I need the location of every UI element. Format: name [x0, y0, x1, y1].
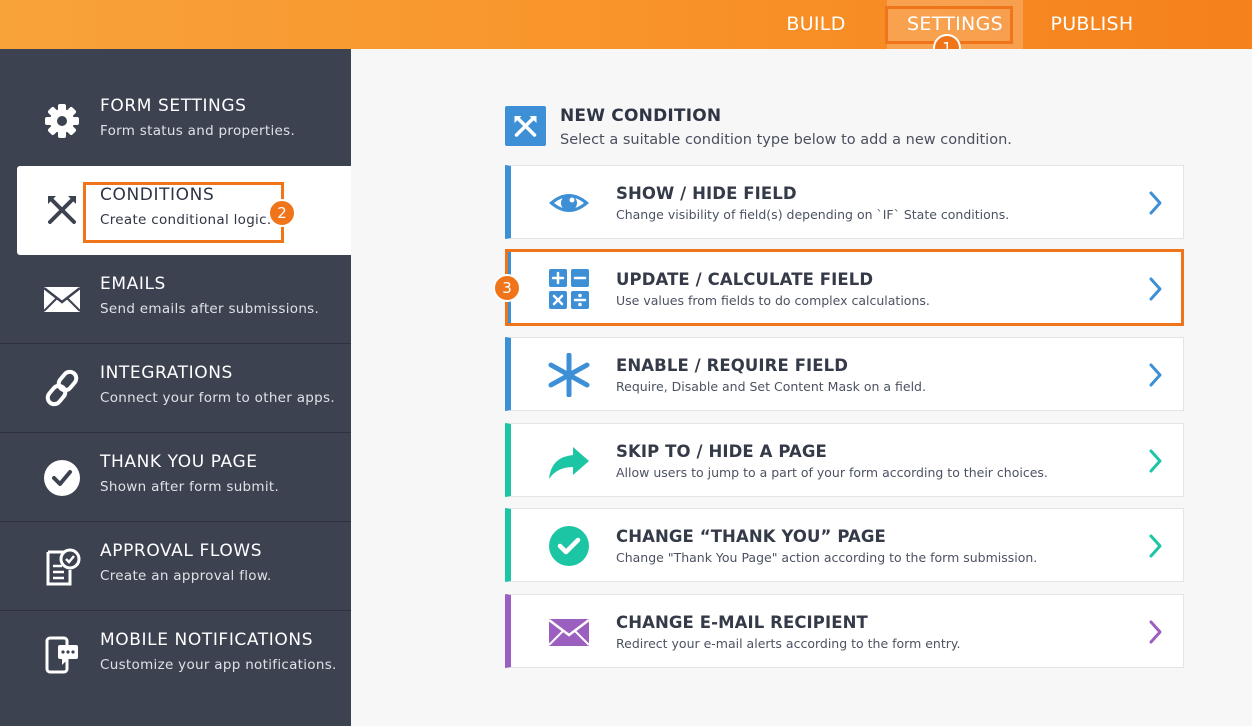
condition-card-title: CHANGE “THANK YOU” PAGE [616, 527, 886, 546]
tab-publish[interactable]: PUBLISH [1040, 0, 1144, 49]
gear-icon [45, 104, 79, 138]
condition-card-change-thank-you-page[interactable]: CHANGE “THANK YOU” PAGE Change "Thank Yo… [505, 508, 1184, 582]
condition-card-title: CHANGE E-MAIL RECIPIENT [616, 613, 868, 632]
sidebar-item-emails[interactable]: EMAILS Send emails after submissions. [0, 255, 351, 344]
sidebar-item-title: MOBILE NOTIFICATIONS [100, 630, 314, 650]
link-icon [45, 369, 79, 407]
chevron-right-icon [1149, 449, 1162, 473]
conditions-icon [514, 116, 537, 137]
forward-arrow-icon [549, 447, 589, 479]
update-calculate-highlight-box [505, 249, 1184, 326]
sidebar-item-title: THANK YOU PAGE [100, 452, 258, 472]
checkmark-circle-icon [44, 460, 80, 496]
chevron-right-icon [1149, 191, 1162, 215]
checkmark-circle-icon [549, 526, 589, 566]
sidebar-item-title: INTEGRATIONS [100, 363, 233, 383]
sidebar-item-mobile-notifications[interactable]: MOBILE NOTIFICATIONS Customize your app … [0, 611, 351, 700]
new-condition-subtitle: Select a suitable condition type below t… [560, 132, 1012, 148]
tab-build[interactable]: BUILD [772, 0, 860, 49]
condition-card-title: ENABLE / REQUIRE FIELD [616, 356, 849, 375]
asterisk-icon [548, 353, 590, 397]
sidebar-item-subtitle: Send emails after submissions. [100, 301, 320, 317]
new-condition-title: NEW CONDITION [560, 106, 722, 126]
sidebar-item-subtitle: Customize your app notifications. [100, 657, 337, 673]
condition-card-show-hide-field[interactable]: SHOW / HIDE FIELD Change visibility of f… [505, 165, 1184, 239]
condition-card-subtitle: Allow users to jump to a part of your fo… [616, 465, 1048, 480]
conditions-highlight-box [83, 182, 284, 243]
chevron-right-icon [1149, 620, 1162, 644]
sidebar-item-title: APPROVAL FLOWS [100, 541, 263, 561]
condition-card-enable-require-field[interactable]: ENABLE / REQUIRE FIELD Require, Disable … [505, 337, 1184, 411]
sidebar-item-thank-you-page[interactable]: THANK YOU PAGE Shown after form submit. [0, 433, 351, 522]
condition-card-title: SHOW / HIDE FIELD [616, 184, 797, 203]
condition-card-title: SKIP TO / HIDE A PAGE [616, 442, 827, 461]
sidebar-item-subtitle: Shown after form submit. [100, 479, 280, 495]
sidebar-item-subtitle: Form status and properties. [100, 123, 296, 139]
condition-card-subtitle: Change visibility of field(s) depending … [616, 207, 1010, 222]
eye-icon [549, 194, 589, 212]
sidebar-item-subtitle: Create an approval flow. [100, 568, 272, 584]
sidebar-item-title: FORM SETTINGS [100, 96, 247, 116]
conditions-icon [48, 196, 76, 224]
envelope-icon [548, 619, 590, 646]
condition-card-subtitle: Redirect your e-mail alerts according to… [616, 636, 961, 651]
top-navigation-bar: BUILD SETTINGS PUBLISH [0, 0, 1252, 49]
condition-card-subtitle: Require, Disable and Set Content Mask on… [616, 379, 926, 394]
chevron-right-icon [1149, 363, 1162, 387]
settings-sidebar: FORM SETTINGS Form status and properties… [0, 49, 351, 726]
condition-card-skip-hide-page[interactable]: SKIP TO / HIDE A PAGE Allow users to jum… [505, 423, 1184, 497]
sidebar-item-form-settings[interactable]: FORM SETTINGS Form status and properties… [0, 77, 351, 166]
new-condition-badge-icon [505, 106, 546, 146]
sidebar-item-integrations[interactable]: INTEGRATIONS Connect your form to other … [0, 344, 351, 433]
step-badge-3: 3 [493, 274, 521, 302]
condition-card-change-email-recipient[interactable]: CHANGE E-MAIL RECIPIENT Redirect your e-… [505, 594, 1184, 668]
condition-card-subtitle: Change "Thank You Page" action according… [616, 550, 1038, 565]
approval-document-icon [46, 548, 81, 586]
chevron-right-icon [1149, 534, 1162, 558]
step-badge-2: 2 [268, 199, 296, 227]
sidebar-item-subtitle: Connect your form to other apps. [100, 390, 335, 406]
sidebar-item-title: EMAILS [100, 274, 166, 294]
envelope-icon [43, 287, 81, 312]
mobile-notification-icon [45, 636, 78, 674]
sidebar-item-approval-flows[interactable]: APPROVAL FLOWS Create an approval flow. [0, 522, 351, 611]
